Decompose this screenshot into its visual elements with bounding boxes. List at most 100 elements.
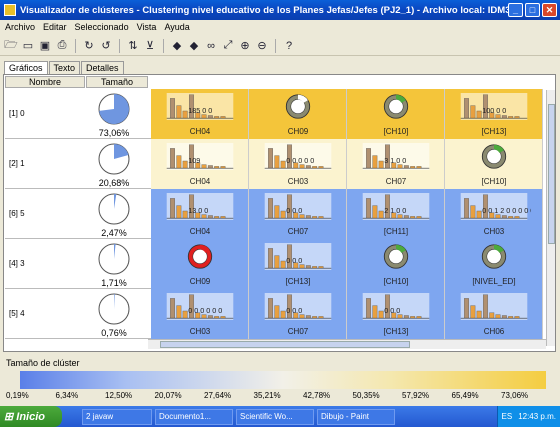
column-header-tamano[interactable]: Tamaño (86, 76, 148, 88)
new-icon[interactable]: ▭ (20, 38, 36, 54)
bar-value-labels: 0 0 0 (286, 256, 302, 265)
sort-icon[interactable]: ⇅ (125, 38, 141, 54)
cluster-size-percent: 2,47% (101, 228, 127, 238)
arrow-right-icon[interactable]: ◆ (186, 38, 202, 54)
legend-tick-label: 12,50% (105, 391, 133, 400)
attribute-label: CH04 (189, 227, 211, 236)
bar-value-labels: 13 0 0 (188, 206, 208, 215)
cluster-row[interactable]: [2] 1 20,68% (5, 139, 151, 189)
attribute-bar-chart: 0 0 0 0 0 (264, 143, 332, 170)
vertical-scrollbar[interactable] (546, 90, 555, 346)
attribute-cell[interactable]: 3 1 0 0 CH07 (347, 139, 445, 189)
horizontal-scrollbar[interactable] (148, 339, 546, 349)
save-icon[interactable]: ▣ (37, 38, 53, 54)
clock: 12:43 p.m. (518, 412, 556, 421)
attribute-cell[interactable]: 0 0 0 0 0 0 CH03 (151, 289, 249, 339)
menu-archivo[interactable]: Archivo (5, 22, 35, 32)
attribute-cell[interactable]: 0 0 1 2 0 0 0 0 0 CH03 (445, 189, 543, 239)
menu-vista[interactable]: Vista (137, 22, 157, 32)
zoom-out-icon[interactable]: ⊖ (254, 38, 270, 54)
minimize-button[interactable]: _ (508, 3, 523, 17)
taskbar-item[interactable]: Dibujo - Paint (317, 408, 395, 425)
binoculars-icon[interactable]: ∞ (203, 38, 219, 54)
tab-detalles[interactable]: Detalles (81, 61, 124, 74)
bar-value-labels: 3 1 0 0 (384, 156, 406, 165)
undo-icon[interactable]: ↺ (98, 38, 114, 54)
taskbar-item[interactable]: Scientific Wo... (236, 408, 314, 425)
attribute-cell[interactable]: CH09 (151, 239, 249, 289)
legend-tick-label: 0,19% (6, 391, 29, 400)
cluster-size-pie (98, 143, 130, 175)
attribute-cell[interactable]: 0 0 0 0 0 CH03 (249, 139, 347, 189)
cluster-size-pie (98, 93, 130, 125)
cluster-size-pie (98, 193, 130, 225)
attribute-donut-chart (285, 94, 311, 119)
menu-seleccionado[interactable]: Seleccionado (75, 22, 129, 32)
scroll-thumb[interactable] (160, 341, 410, 348)
zoom-in-icon[interactable]: ⊕ (237, 38, 253, 54)
start-button[interactable]: ⊞ Inicio (0, 406, 62, 427)
attribute-cell[interactable]: CH09 (249, 89, 347, 139)
attribute-cell[interactable]: 13 0 0 CH04 (151, 189, 249, 239)
print-icon[interactable]: ⎙ (54, 38, 70, 54)
tab-graficos[interactable]: Gráficos (4, 61, 48, 75)
legend-tick-label: 50,35% (352, 391, 380, 400)
attribute-donut-chart (481, 244, 507, 269)
attribute-cell[interactable]: [NIVEL_ED] (445, 239, 543, 289)
attribute-cell[interactable]: 0 0 0 [CH13] (347, 289, 445, 339)
column-header-nombre[interactable]: Nombre (5, 76, 85, 88)
attribute-cell[interactable]: 100 0 0 [CH13] (445, 89, 543, 139)
attribute-cell[interactable]: 185 0 0 CH04 (151, 89, 249, 139)
cluster-row[interactable]: [4] 3 1,71% (5, 239, 151, 289)
cluster-name: [6] 5 (9, 209, 25, 218)
attribute-bar-chart: 109 (166, 143, 234, 170)
window-title: Visualizador de clústeres - Clustering n… (20, 4, 508, 16)
attribute-cell[interactable]: 109 CH04 (151, 139, 249, 189)
attribute-label: [CH13] (285, 277, 311, 286)
maximize-button[interactable]: □ (525, 3, 540, 17)
language-indicator[interactable]: ES (502, 412, 513, 421)
start-label: Inicio (16, 410, 46, 423)
attribute-label: [CH13] (383, 327, 409, 336)
cluster-name: [4] 3 (9, 259, 25, 268)
attribute-cell[interactable]: 0 0 0 CH07 (249, 189, 347, 239)
attribute-label: CH03 (287, 177, 309, 186)
open-icon[interactable]: 🗁 (3, 38, 19, 54)
legend-tick-label: 35,21% (253, 391, 281, 400)
close-button[interactable]: ✕ (542, 3, 557, 17)
attribute-cell[interactable]: 0 0 0 CH07 (249, 289, 347, 339)
taskbar-item[interactable]: 2 javaw (82, 408, 152, 425)
attribute-donut-chart (187, 244, 213, 269)
attribute-label: [CH10] (383, 127, 409, 136)
attribute-cell[interactable]: [CH10] (347, 89, 445, 139)
help-icon[interactable]: ? (281, 38, 297, 54)
bar-value-labels: 0 0 0 (286, 206, 302, 215)
cluster-row[interactable]: [1] 0 73,06% (5, 89, 151, 139)
attribute-bar-chart: 0 0 1 2 0 0 0 0 0 (460, 193, 531, 220)
resize-icon[interactable]: ⤢ (220, 38, 236, 54)
taskbar-item[interactable]: Documento1... (155, 408, 233, 425)
attribute-cell[interactable]: CH06 (445, 289, 543, 339)
attribute-cell[interactable]: [CH10] (445, 139, 543, 189)
arrow-left-icon[interactable]: ◆ (169, 38, 185, 54)
attribute-cell[interactable]: 2 1 0 0 [CH11] (347, 189, 445, 239)
attribute-label: CH03 (189, 327, 211, 336)
scroll-thumb[interactable] (548, 104, 555, 244)
attribute-bar-chart: 100 0 0 (460, 93, 528, 120)
cluster-row[interactable]: [6] 5 2,47% (5, 189, 151, 239)
redo-icon[interactable]: ↻ (81, 38, 97, 54)
attribute-cell[interactable]: [CH10] (347, 239, 445, 289)
attribute-label: CH03 (483, 227, 505, 236)
tab-texto[interactable]: Texto (48, 61, 81, 74)
menu-ayuda[interactable]: Ayuda (164, 22, 189, 32)
color-gradient-bar (20, 371, 546, 389)
filter-icon[interactable]: ⊻ (142, 38, 158, 54)
menu-editar[interactable]: Editar (43, 22, 67, 32)
cluster-row[interactable]: [5] 4 0,76% (5, 289, 151, 339)
legend-tick-label: 6,34% (55, 391, 79, 400)
bar-value-labels: 0 0 0 (384, 306, 400, 315)
attribute-bar-chart: 185 0 0 (166, 93, 234, 120)
attribute-cell[interactable]: 0 0 0 [CH13] (249, 239, 347, 289)
attribute-donut-chart (383, 94, 409, 119)
attribute-donut-chart (383, 244, 409, 269)
